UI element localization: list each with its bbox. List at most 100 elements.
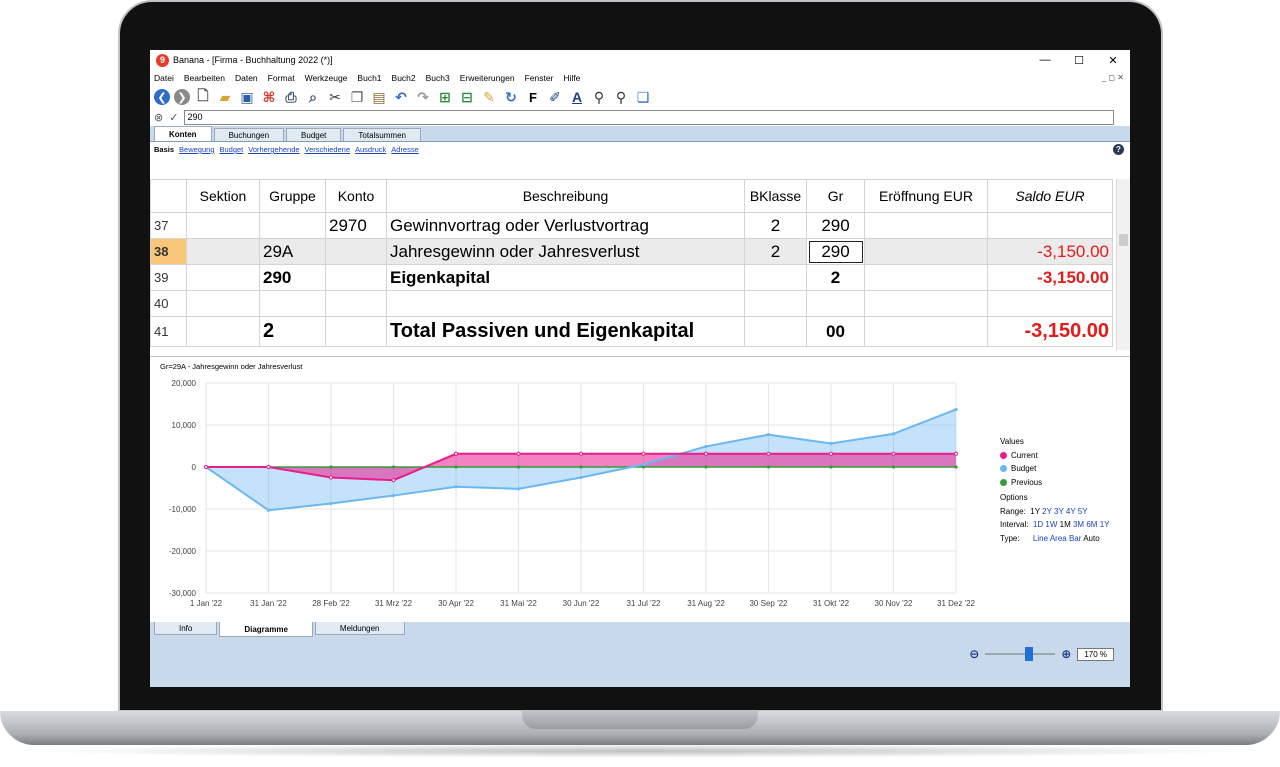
menu-erweiterungen[interactable]: Erweiterungen: [460, 73, 515, 83]
col-header-beschreibung[interactable]: Beschreibung: [386, 179, 745, 213]
print-icon[interactable]: ⎙: [282, 88, 300, 106]
view-budget[interactable]: Budget: [219, 145, 243, 154]
cell-konto[interactable]: [325, 238, 387, 265]
cell-eroeffnung[interactable]: [864, 290, 988, 317]
cell-sektion[interactable]: [186, 264, 260, 291]
window-list-icon[interactable]: ❏: [634, 88, 652, 106]
cell-gr[interactable]: 00: [806, 316, 865, 347]
type-auto[interactable]: Auto: [1083, 534, 1099, 543]
range-2y[interactable]: 2Y: [1042, 507, 1052, 516]
menu-bearbeiten[interactable]: Bearbeiten: [184, 73, 225, 83]
view-vorhergehende[interactable]: Vorhergehende: [248, 145, 299, 154]
find-icon[interactable]: ⚲: [590, 88, 608, 106]
cell-beschreibung[interactable]: Jahresgewinn oder Jahresverlust: [386, 238, 745, 265]
back-icon[interactable]: ❮: [154, 89, 170, 105]
forward-icon[interactable]: ❯: [174, 89, 190, 105]
help-icon[interactable]: ?: [1113, 144, 1124, 155]
tab-budget[interactable]: Budget: [286, 128, 342, 141]
close-button[interactable]: ✕: [1096, 54, 1130, 67]
table-scrollbar[interactable]: [1116, 179, 1130, 350]
zoom-in-icon[interactable]: ⊕: [1061, 647, 1071, 661]
row-number[interactable]: 39: [150, 264, 187, 291]
zoom-slider[interactable]: [985, 647, 1056, 661]
insert-row-icon[interactable]: ⊞: [436, 88, 454, 106]
cell-gr-active[interactable]: 290: [806, 238, 865, 265]
view-verschiedene[interactable]: Verschiedene: [305, 145, 350, 154]
cut-icon[interactable]: ✂: [326, 88, 344, 106]
cell-konto[interactable]: [325, 290, 387, 317]
confirm-edit-icon[interactable]: ✓: [169, 111, 178, 124]
range-4y[interactable]: 4Y: [1066, 507, 1076, 516]
cell-sektion[interactable]: [186, 212, 260, 239]
menu-buch2[interactable]: Buch2: [392, 73, 416, 83]
legend-item-current[interactable]: Current: [1000, 449, 1110, 463]
cell-saldo[interactable]: -3,150.00: [987, 264, 1113, 291]
copy-icon[interactable]: ❐: [348, 88, 366, 106]
save-icon[interactable]: ▣: [238, 88, 256, 106]
menu-datei[interactable]: Datei: [154, 73, 174, 83]
interval-1w[interactable]: 1W: [1045, 520, 1057, 529]
cell-gr[interactable]: [806, 290, 865, 317]
menu-buch1[interactable]: Buch1: [357, 73, 381, 83]
range-1y[interactable]: 1Y: [1030, 507, 1040, 516]
interval-1d[interactable]: 1D: [1033, 520, 1043, 529]
zoom-out-icon[interactable]: ⊖: [969, 647, 979, 661]
view-ausdruck[interactable]: Ausdruck: [355, 145, 386, 154]
col-header-gruppe[interactable]: Gruppe: [259, 179, 326, 213]
redo-icon[interactable]: ↷: [414, 88, 432, 106]
menu-daten[interactable]: Daten: [235, 73, 258, 83]
find-replace-icon[interactable]: ⚲: [612, 88, 630, 106]
interval-1y[interactable]: 1Y: [1100, 520, 1110, 529]
interval-6m[interactable]: 6M: [1086, 520, 1097, 529]
cell-gruppe[interactable]: 29A: [259, 238, 326, 265]
menu-format[interactable]: Format: [268, 73, 295, 83]
font-color-icon[interactable]: A: [568, 88, 586, 106]
maximize-button[interactable]: ☐: [1062, 54, 1096, 67]
insert-column-icon[interactable]: ⊟: [458, 88, 476, 106]
new-file-icon[interactable]: 🗋: [194, 87, 212, 106]
cell-beschreibung[interactable]: Total Passiven und Eigenkapital: [386, 316, 745, 347]
cell-eroeffnung[interactable]: [864, 238, 988, 265]
menu-werkzeuge[interactable]: Werkzeuge: [305, 73, 348, 83]
scrollbar-thumb[interactable]: [1119, 234, 1128, 246]
cell-beschreibung[interactable]: Eigenkapital: [386, 264, 745, 291]
cell-edit-input[interactable]: 290: [184, 110, 1115, 125]
cell-sektion[interactable]: [186, 290, 260, 317]
cell-bklasse[interactable]: 2: [744, 212, 807, 239]
legend-item-budget[interactable]: Budget: [1000, 462, 1110, 476]
range-5y[interactable]: 5Y: [1078, 507, 1088, 516]
cancel-edit-icon[interactable]: ⊗: [154, 111, 163, 124]
view-bewegung[interactable]: Bewegung: [179, 145, 214, 154]
menu-hilfe[interactable]: Hilfe: [563, 73, 580, 83]
edit-pencil-icon[interactable]: ✎: [480, 88, 498, 106]
cell-saldo[interactable]: [987, 290, 1113, 317]
tab-meldungen[interactable]: Meldungen: [314, 622, 405, 635]
col-header-saldo[interactable]: Saldo EUR: [987, 179, 1113, 213]
col-header-gr[interactable]: Gr: [806, 179, 865, 213]
mdi-window-controls[interactable]: _ ◻ ✕: [1102, 73, 1124, 82]
cell-konto[interactable]: [325, 264, 387, 291]
cell-gr[interactable]: 290: [806, 212, 865, 239]
cell-saldo[interactable]: -3,150.00: [987, 316, 1113, 347]
cell-gruppe[interactable]: 2: [259, 316, 326, 347]
interval-3m[interactable]: 3M: [1073, 520, 1084, 529]
type-bar[interactable]: Bar: [1069, 534, 1081, 543]
row-number[interactable]: 41: [150, 316, 187, 347]
cell-eroeffnung[interactable]: [864, 264, 988, 291]
range-3y[interactable]: 3Y: [1054, 507, 1064, 516]
col-header-sektion[interactable]: Sektion: [186, 179, 260, 213]
type-area[interactable]: Area: [1050, 534, 1067, 543]
undo-icon[interactable]: ↶: [392, 88, 410, 106]
cell-saldo[interactable]: [987, 212, 1113, 239]
tab-totalsummen[interactable]: Totalsummen: [343, 128, 421, 141]
cell-gruppe[interactable]: 290: [259, 264, 326, 291]
tab-buchungen[interactable]: Buchungen: [213, 128, 285, 141]
tab-diagramme[interactable]: Diagramme: [219, 622, 313, 637]
cell-eroeffnung[interactable]: [864, 212, 988, 239]
cell-sektion[interactable]: [186, 238, 260, 265]
open-folder-icon[interactable]: ▰: [216, 88, 234, 106]
tab-konten[interactable]: Konten: [154, 126, 212, 141]
cell-gruppe[interactable]: [259, 290, 326, 317]
pdf-icon[interactable]: ⌘: [260, 88, 278, 106]
menu-fenster[interactable]: Fenster: [525, 73, 554, 83]
